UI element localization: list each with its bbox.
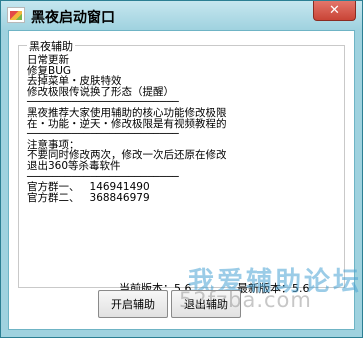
close-icon: ✕ <box>329 3 340 18</box>
start-assist-button[interactable]: 开启辅助 <box>98 290 168 318</box>
update-notes: 日常更新 修复BUG 去掉菜单・皮肤特效 修改极限传说换了形态（提醒） ────… <box>27 54 227 204</box>
title-bar[interactable]: 黑夜启动窗口 ✕ <box>1 1 362 30</box>
window-title: 黑夜启动窗口 <box>31 10 115 26</box>
launcher-window: 黑夜启动窗口 ✕ 黑夜辅助 日常更新 修复BUG 去掉菜单・皮肤特效 修改极限传… <box>0 0 363 338</box>
client-area: 黑夜辅助 日常更新 修复BUG 去掉菜单・皮肤特效 修改极限传说换了形态（提醒）… <box>8 30 359 330</box>
groupbox-title: 黑夜辅助 <box>27 38 75 54</box>
close-button[interactable]: ✕ <box>313 1 356 21</box>
url-watermark: 52fzba.com <box>179 288 312 312</box>
app-icon <box>7 7 25 23</box>
